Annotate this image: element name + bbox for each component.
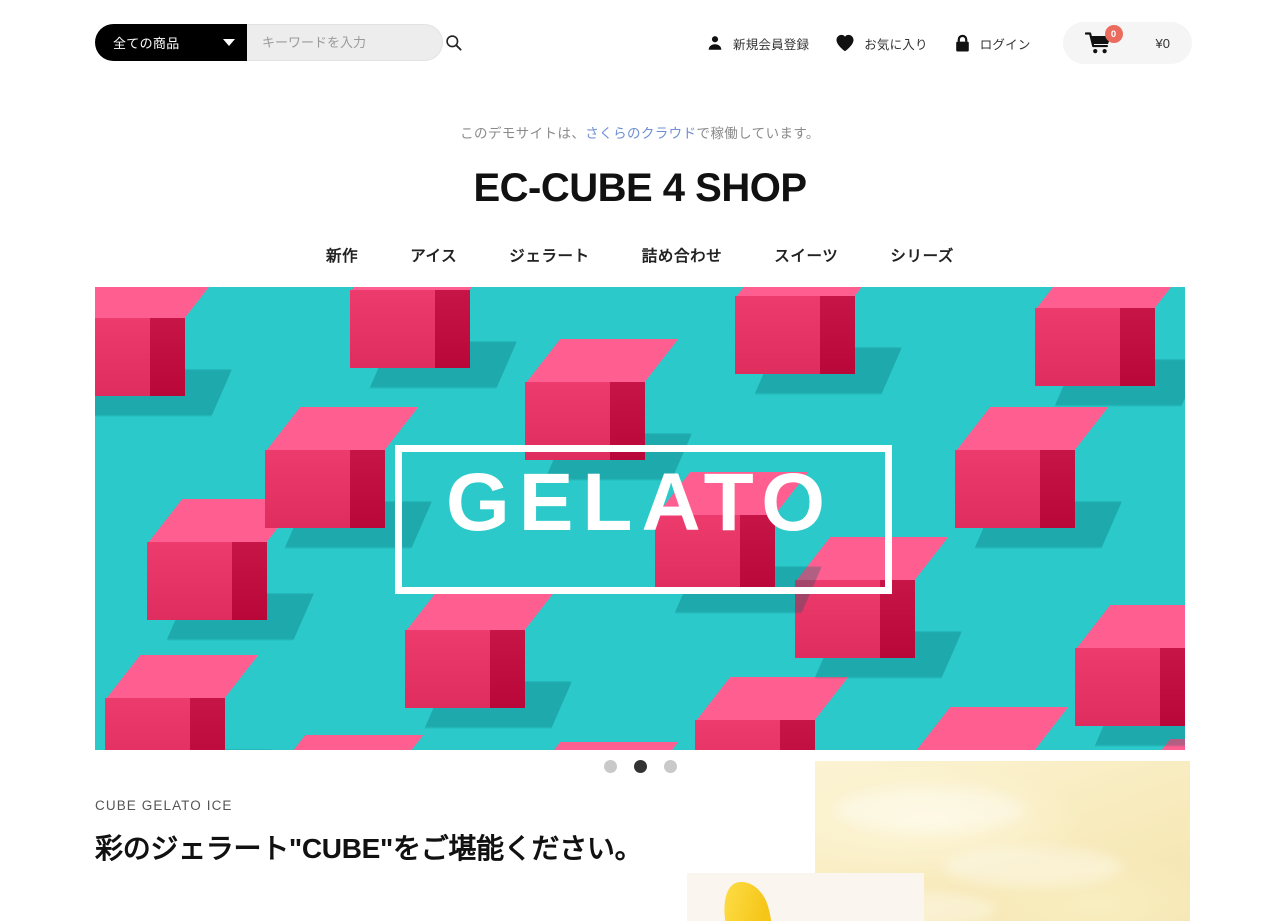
search-bar: 全ての商品	[95, 24, 462, 61]
nav-item-login[interactable]: ログイン	[954, 34, 1031, 53]
cart-total: ¥0	[1155, 35, 1170, 51]
heart-icon	[836, 34, 854, 52]
gelato-cube	[655, 471, 822, 625]
site-header: 全ての商品 新規会員登録 お気に入り	[0, 0, 1280, 85]
lock-icon	[955, 34, 969, 51]
category-nav-item-series[interactable]: シリーズ	[890, 244, 954, 266]
gelato-cube	[525, 338, 692, 492]
gelato-cube	[1075, 604, 1185, 750]
gelato-cube	[915, 706, 1069, 750]
search-icon[interactable]	[444, 33, 463, 52]
nav-item-register[interactable]: 新規会員登録	[706, 34, 809, 53]
user-icon	[708, 36, 722, 50]
category-select-label: 全ての商品	[113, 36, 180, 51]
feature-section: CUBE GELATO ICE 彩のジェラート"CUBE"をご堪能ください。	[95, 750, 1190, 921]
sakura-cloud-link[interactable]: さくらのクラウド	[585, 126, 696, 141]
gelato-cube	[1035, 286, 1185, 418]
brand-block: このデモサイトは、さくらのクラウドで稼働しています。 EC-CUBE 4 SHO…	[0, 85, 1280, 211]
gelato-cube	[105, 654, 272, 750]
hero-slide-gelato: GELATO	[95, 286, 1185, 750]
gelato-cube	[265, 406, 432, 560]
demo-notice-prefix: このデモサイトは、	[460, 126, 586, 141]
hero-carousel[interactable]: GELATO	[95, 286, 1185, 773]
chevron-down-icon	[223, 39, 235, 46]
feature-card-banana	[687, 872, 924, 921]
gelato-cube	[955, 406, 1122, 560]
gelato-cube	[95, 286, 232, 428]
gelato-cube	[735, 286, 902, 406]
category-nav-item-assort[interactable]: 詰め合わせ	[642, 244, 723, 266]
nav-item-favorites[interactable]: お気に入り	[835, 34, 928, 53]
search-input[interactable]	[260, 34, 440, 51]
gelato-cube	[525, 741, 679, 750]
category-nav-item-gelato[interactable]: ジェラート	[509, 244, 590, 266]
demo-notice-suffix: で稼働しています。	[696, 126, 820, 141]
category-nav-item-ice[interactable]: アイス	[410, 244, 457, 266]
cart-button[interactable]: 0 ¥0	[1062, 22, 1192, 64]
demo-notice: このデモサイトは、さくらのクラウドで稼働しています。	[0, 125, 1280, 144]
category-nav: 新作 アイス ジェラート 詰め合わせ スイーツ シリーズ	[0, 244, 1280, 266]
gelato-cube	[795, 536, 962, 690]
nav-item-login-label: ログイン	[979, 37, 1031, 52]
category-select[interactable]: 全ての商品	[95, 24, 247, 61]
gelato-cube	[350, 286, 517, 400]
category-nav-item-shinsaku[interactable]: 新作	[326, 244, 358, 266]
cart-icon-wrap: 0	[1084, 25, 1123, 54]
header-nav: 新規会員登録 お気に入り ログイン 0 ¥0	[706, 22, 1192, 64]
search-field	[247, 24, 462, 61]
gelato-cube	[270, 734, 424, 750]
category-nav-item-sweets[interactable]: スイーツ	[774, 244, 838, 266]
nav-item-register-label: 新規会員登録	[733, 37, 810, 52]
banana-shape	[715, 876, 781, 921]
gelato-cube	[405, 586, 572, 740]
nav-item-favorites-label: お気に入り	[864, 37, 928, 52]
cart-badge: 0	[1104, 25, 1123, 43]
page-title: EC-CUBE 4 SHOP	[473, 165, 807, 210]
